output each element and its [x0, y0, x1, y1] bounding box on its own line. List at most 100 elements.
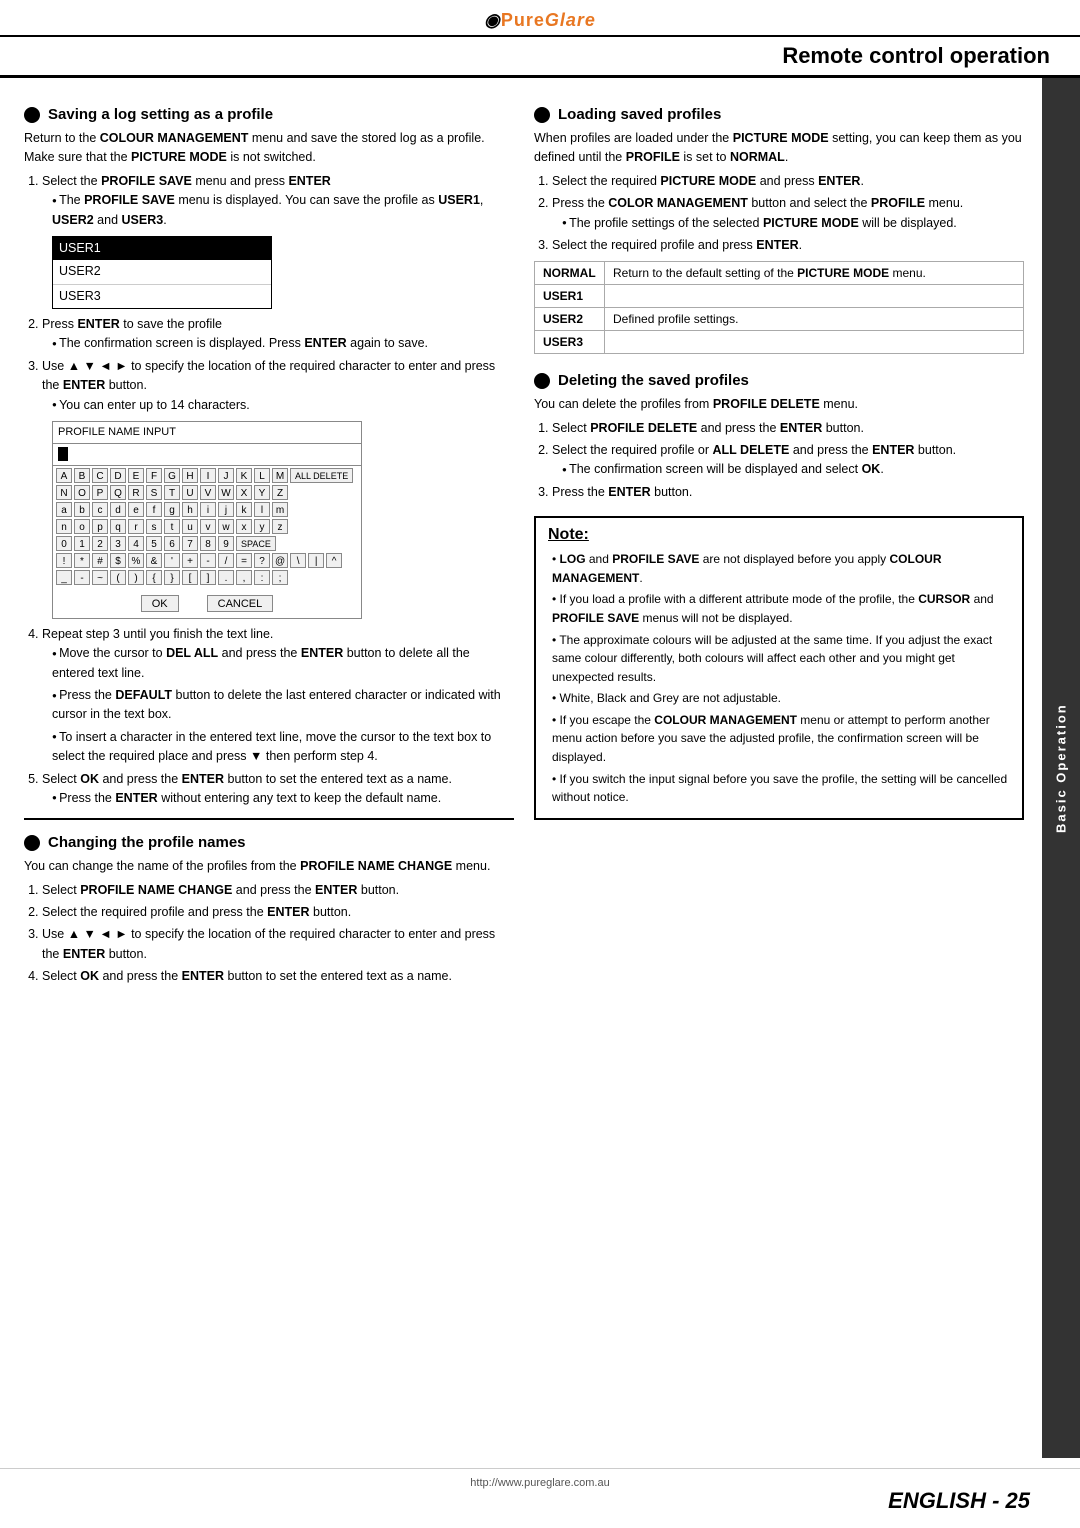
key-U[interactable]: U [182, 485, 198, 500]
key-d[interactable]: d [110, 502, 126, 517]
key-lbrace[interactable]: { [146, 570, 162, 585]
key-r[interactable]: r [128, 519, 144, 534]
key-semicolon[interactable]: ; [272, 570, 288, 585]
key-z[interactable]: z [272, 519, 288, 534]
key-space[interactable]: SPACE [236, 536, 276, 551]
key-Y[interactable]: Y [254, 485, 270, 500]
key-w[interactable]: w [218, 519, 234, 534]
key-C[interactable]: C [92, 468, 108, 483]
key-tilde[interactable]: ~ [92, 570, 108, 585]
key-slash[interactable]: / [218, 553, 234, 568]
key-K[interactable]: K [236, 468, 252, 483]
page-number-text: ENGLISH - 25 [888, 1488, 1030, 1513]
key-rparen[interactable]: ) [128, 570, 144, 585]
key-9[interactable]: 9 [218, 536, 234, 551]
key-caret[interactable]: ^ [326, 553, 342, 568]
key-j[interactable]: j [218, 502, 234, 517]
key-plus[interactable]: + [182, 553, 198, 568]
key-k[interactable]: k [236, 502, 252, 517]
key-rbracket[interactable]: ] [200, 570, 216, 585]
key-p[interactable]: p [92, 519, 108, 534]
key-J[interactable]: J [218, 468, 234, 483]
key-amp[interactable]: & [146, 553, 162, 568]
saving-step-1: Select the PROFILE SAVE menu and press E… [42, 172, 514, 309]
key-0[interactable]: 0 [56, 536, 72, 551]
key-i[interactable]: i [200, 502, 216, 517]
key-all-delete[interactable]: ALL DELETE [290, 468, 353, 483]
key-b[interactable]: b [74, 502, 90, 517]
key-c[interactable]: c [92, 502, 108, 517]
key-percent[interactable]: % [128, 553, 144, 568]
key-e[interactable]: e [128, 502, 144, 517]
key-t[interactable]: t [164, 519, 180, 534]
key-W[interactable]: W [218, 485, 234, 500]
key-O[interactable]: O [74, 485, 90, 500]
key-F[interactable]: F [146, 468, 162, 483]
key-a[interactable]: a [56, 502, 72, 517]
key-6[interactable]: 6 [164, 536, 180, 551]
key-Z[interactable]: Z [272, 485, 288, 500]
key-2[interactable]: 2 [92, 536, 108, 551]
key-f[interactable]: f [146, 502, 162, 517]
key-1[interactable]: 1 [74, 536, 90, 551]
key-lparen[interactable]: ( [110, 570, 126, 585]
key-minus[interactable]: - [200, 553, 216, 568]
key-at[interactable]: @ [272, 553, 288, 568]
key-B[interactable]: B [74, 468, 90, 483]
key-colon[interactable]: : [254, 570, 270, 585]
key-rbrace[interactable]: } [164, 570, 180, 585]
key-dash[interactable]: - [74, 570, 90, 585]
key-m[interactable]: m [272, 502, 288, 517]
key-v[interactable]: v [200, 519, 216, 534]
key-D[interactable]: D [110, 468, 126, 483]
key-P[interactable]: P [92, 485, 108, 500]
key-V[interactable]: V [200, 485, 216, 500]
key-x[interactable]: x [236, 519, 252, 534]
key-underscore[interactable]: _ [56, 570, 72, 585]
key-excl[interactable]: ! [56, 553, 72, 568]
right-column: Loading saved profiles When profiles are… [534, 92, 1024, 990]
key-H[interactable]: H [182, 468, 198, 483]
key-dot[interactable]: . [218, 570, 234, 585]
key-hash[interactable]: # [92, 553, 108, 568]
key-s[interactable]: s [146, 519, 162, 534]
key-dollar[interactable]: $ [110, 553, 126, 568]
key-E[interactable]: E [128, 468, 144, 483]
keyboard-title: PROFILE NAME INPUT [53, 422, 361, 444]
key-o[interactable]: o [74, 519, 90, 534]
key-3[interactable]: 3 [110, 536, 126, 551]
key-N[interactable]: N [56, 485, 72, 500]
key-comma[interactable]: , [236, 570, 252, 585]
key-u[interactable]: u [182, 519, 198, 534]
key-h[interactable]: h [182, 502, 198, 517]
key-eq[interactable]: = [236, 553, 252, 568]
key-apos[interactable]: ' [164, 553, 180, 568]
key-8[interactable]: 8 [200, 536, 216, 551]
key-pipe[interactable]: | [308, 553, 324, 568]
key-Q[interactable]: Q [110, 485, 126, 500]
key-X[interactable]: X [236, 485, 252, 500]
key-G[interactable]: G [164, 468, 180, 483]
cancel-button[interactable]: CANCEL [207, 595, 274, 612]
key-7[interactable]: 7 [182, 536, 198, 551]
key-l[interactable]: l [254, 502, 270, 517]
key-R[interactable]: R [128, 485, 144, 500]
key-lbracket[interactable]: [ [182, 570, 198, 585]
key-backslash[interactable]: \ [290, 553, 306, 568]
key-n[interactable]: n [56, 519, 72, 534]
changing-step-3: Use ▲ ▼ ◄ ► to specify the location of t… [42, 925, 514, 964]
ok-button[interactable]: OK [141, 595, 179, 612]
key-5[interactable]: 5 [146, 536, 162, 551]
key-I[interactable]: I [200, 468, 216, 483]
key-A[interactable]: A [56, 468, 72, 483]
key-S[interactable]: S [146, 485, 162, 500]
key-q[interactable]: q [110, 519, 126, 534]
key-g[interactable]: g [164, 502, 180, 517]
key-M[interactable]: M [272, 468, 288, 483]
key-star[interactable]: * [74, 553, 90, 568]
key-4[interactable]: 4 [128, 536, 144, 551]
key-T[interactable]: T [164, 485, 180, 500]
key-quest[interactable]: ? [254, 553, 270, 568]
key-y[interactable]: y [254, 519, 270, 534]
key-L[interactable]: L [254, 468, 270, 483]
